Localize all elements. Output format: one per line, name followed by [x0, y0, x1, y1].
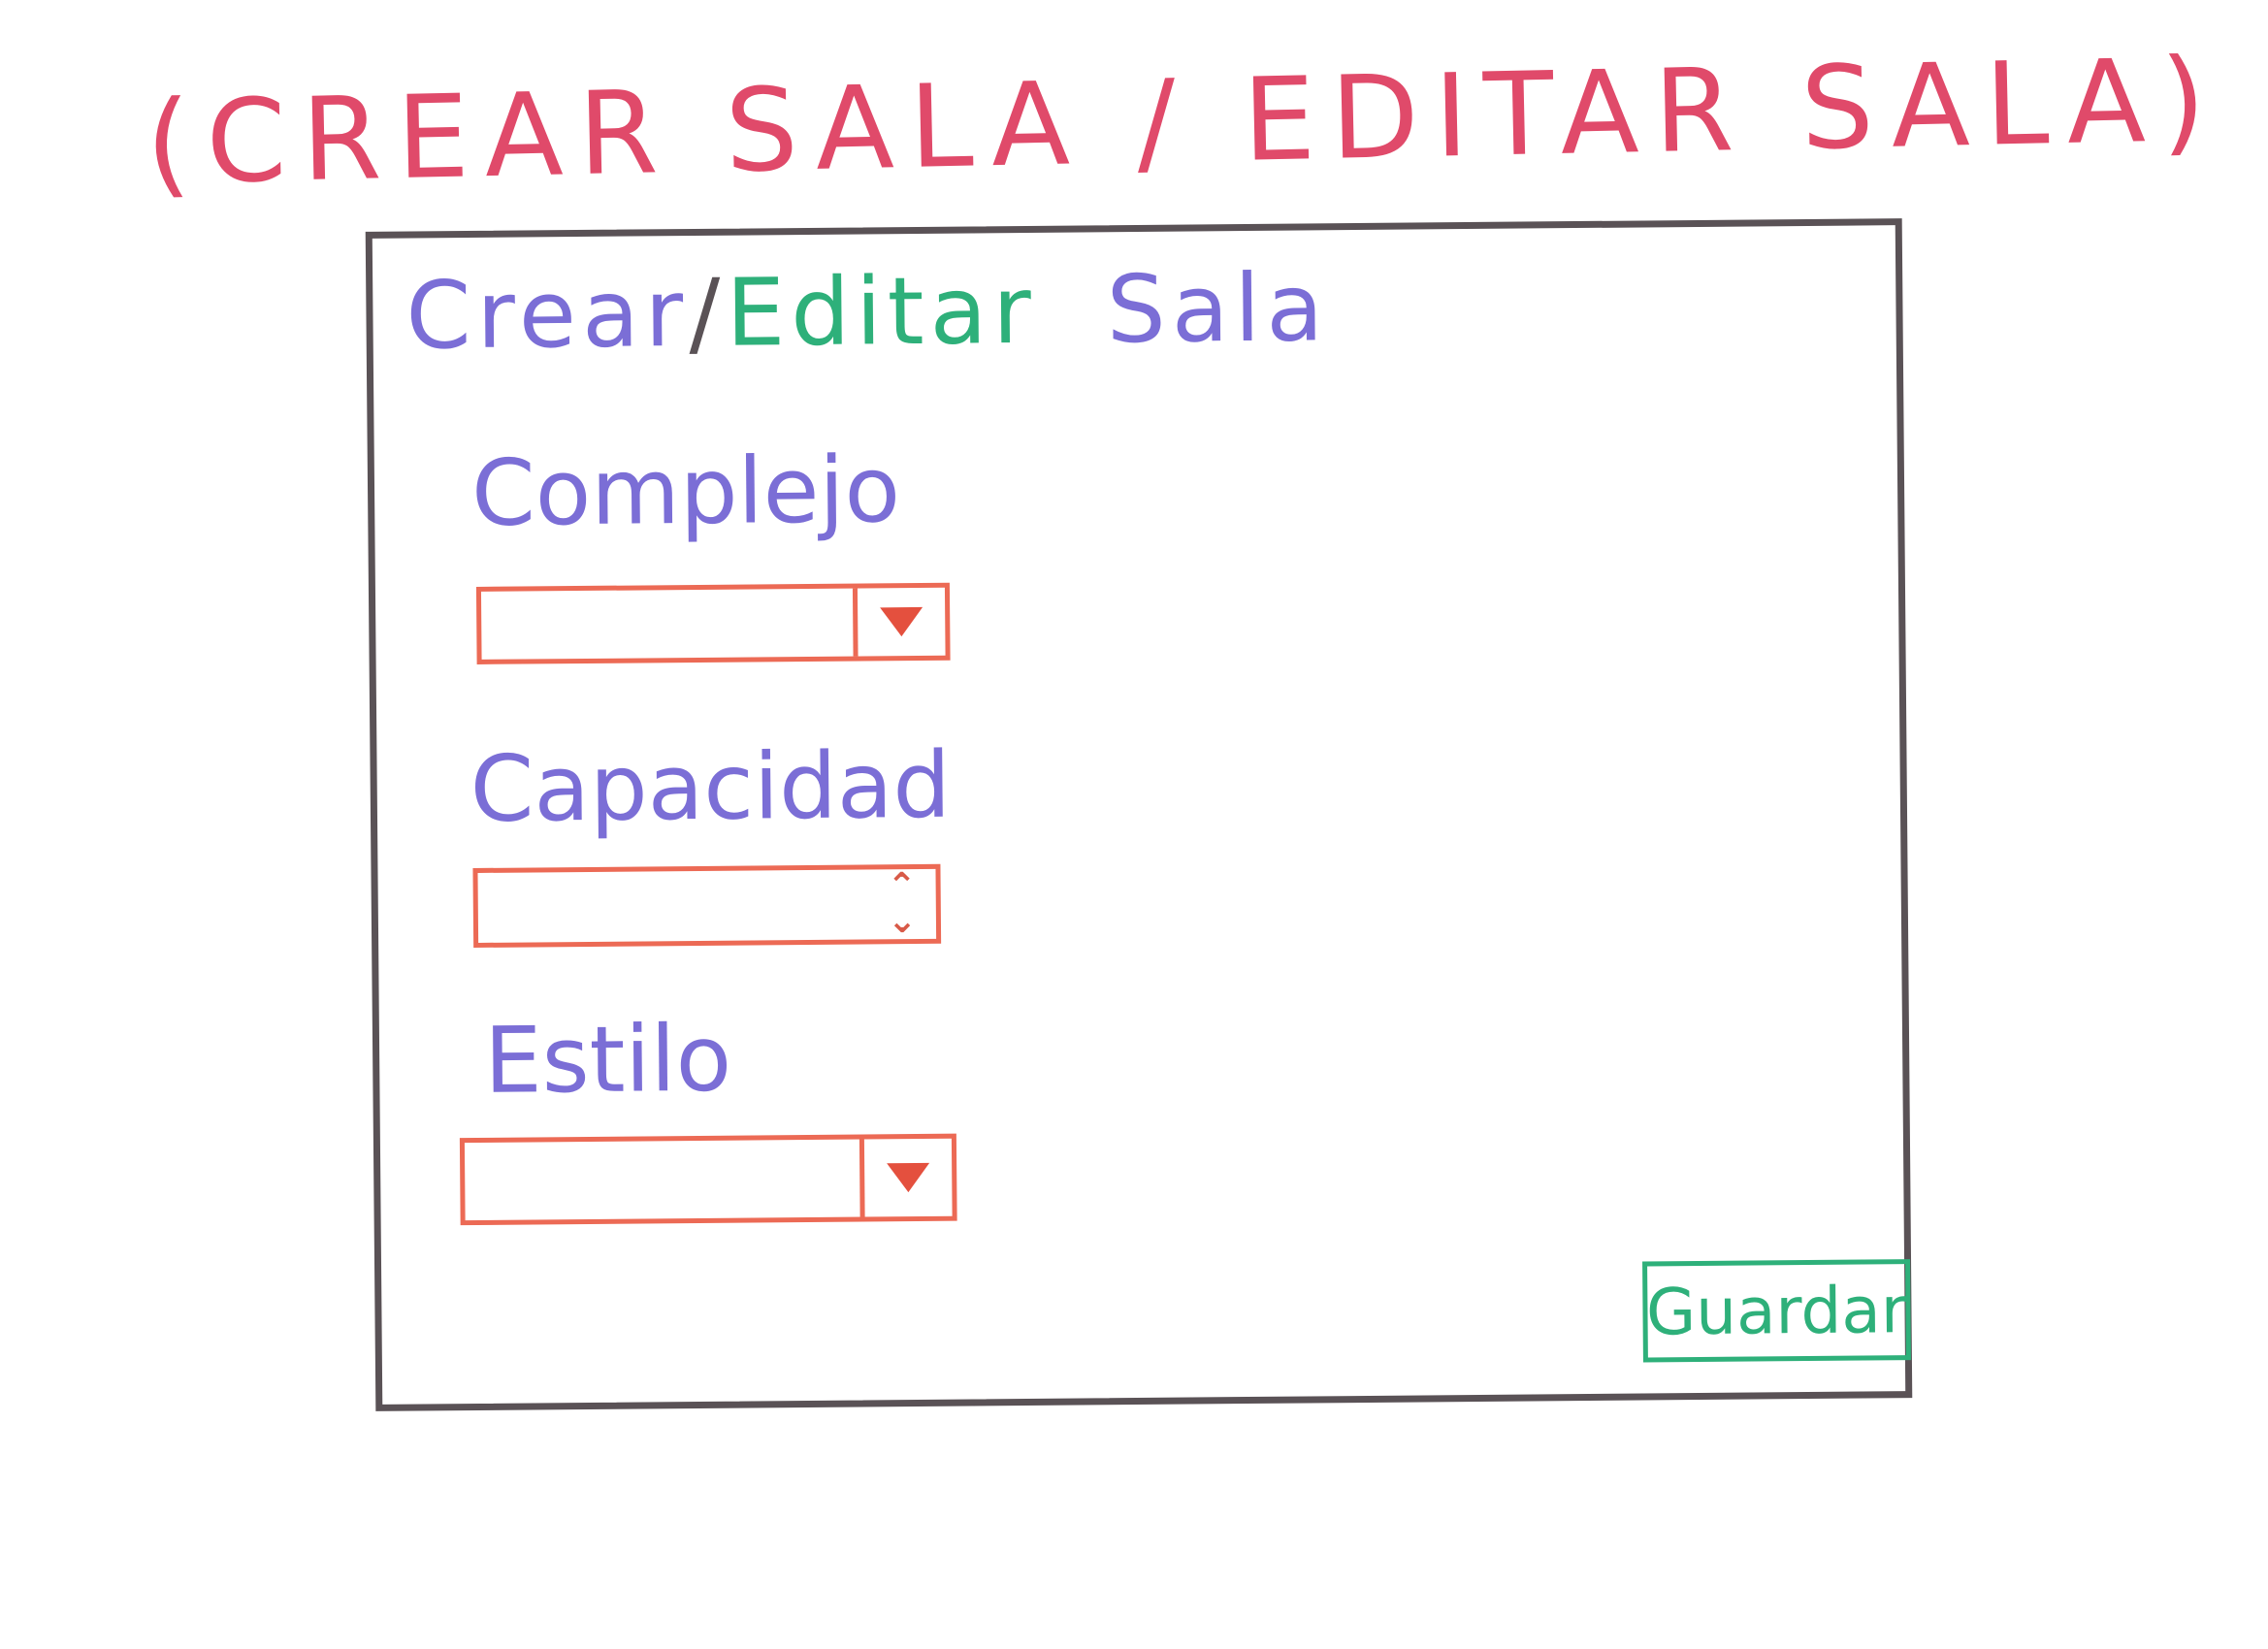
save-button[interactable]: Guardar	[1642, 1259, 1911, 1363]
estilo-dropdown-button[interactable]	[859, 1138, 953, 1217]
estilo-label: Estilo	[483, 1006, 732, 1115]
capacidad-number-input[interactable]: ⌃ ⌄	[472, 863, 942, 948]
stepper-up-icon[interactable]: ⌃	[887, 866, 917, 906]
title-editar: Editar	[726, 255, 1038, 368]
title-sala: Sala	[1106, 253, 1330, 365]
chevron-down-icon	[880, 606, 923, 637]
stepper-down-icon[interactable]: ⌄	[888, 901, 918, 941]
title-crear: Crear	[405, 259, 690, 371]
chevron-down-icon	[887, 1162, 930, 1193]
complejo-select[interactable]	[475, 582, 951, 664]
title-slash: /	[688, 258, 728, 369]
complejo-label: Complejo	[470, 437, 901, 547]
estilo-select[interactable]	[459, 1133, 957, 1226]
window-title: Crear/Editar Sala	[405, 253, 1330, 370]
sketch-title: (CREAR SALA / EDITAR SALA)	[145, 32, 2222, 210]
complejo-dropdown-button[interactable]	[852, 587, 946, 657]
capacidad-label: Capacidad	[470, 732, 952, 844]
create-edit-room-window: Crear/Editar Sala Complejo Capacidad ⌃ ⌄ …	[365, 218, 1913, 1411]
stepper-icon[interactable]: ⌃ ⌄	[867, 866, 936, 941]
